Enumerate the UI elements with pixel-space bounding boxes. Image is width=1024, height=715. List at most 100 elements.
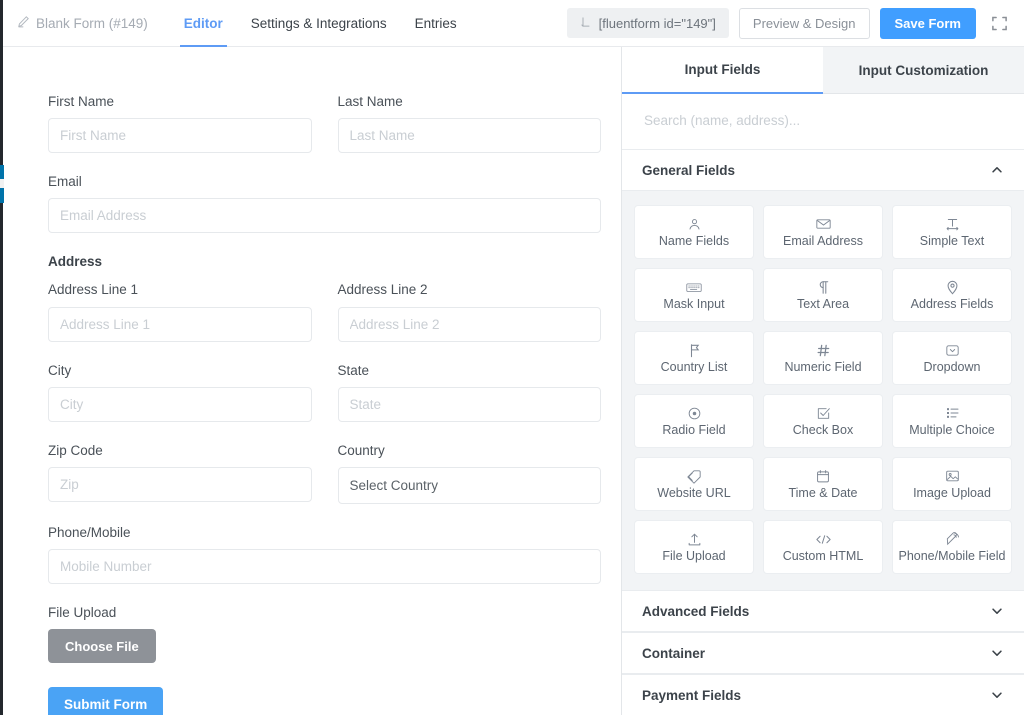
panel-tab-input-customization[interactable]: Input Customization xyxy=(823,47,1024,93)
field-tile-multiple-choice[interactable]: Multiple Choice xyxy=(893,395,1011,447)
field-tile-file-upload[interactable]: File Upload xyxy=(635,521,753,573)
field-tile-label: Email Address xyxy=(783,235,863,248)
field-tile-label: Dropdown xyxy=(924,361,981,374)
dropdown-caret-box-icon xyxy=(945,342,960,358)
field-file-upload: File Upload Choose File xyxy=(48,605,601,663)
field-tile-label: Time & Date xyxy=(788,487,857,500)
link-tag-icon xyxy=(687,468,702,484)
field-tile-mask-input[interactable]: Mask Input xyxy=(635,269,753,321)
form-preview-canvas: First Name Last Name Email Address Addre… xyxy=(3,47,621,715)
radio-circle-icon xyxy=(687,405,702,421)
field-tile-address-fields[interactable]: Address Fields xyxy=(893,269,1011,321)
first-name-input[interactable] xyxy=(48,118,312,153)
flag-icon xyxy=(688,342,701,358)
panel-search-wrap xyxy=(622,94,1024,149)
address-line-1-input[interactable] xyxy=(48,307,312,342)
field-tile-label: Image Upload xyxy=(913,487,991,500)
chevron-down-icon xyxy=(990,604,1004,618)
phone-icon xyxy=(945,531,960,547)
submit-form-button[interactable]: Submit Form xyxy=(48,687,163,715)
shortcode-icon xyxy=(580,16,592,31)
collapsed-sections: Advanced Fields Container Payment Fields xyxy=(622,590,1024,715)
email-input[interactable] xyxy=(48,198,601,233)
country-label: Country xyxy=(338,443,602,459)
save-form-button[interactable]: Save Form xyxy=(880,8,976,39)
city-label: City xyxy=(48,363,312,379)
state-input[interactable] xyxy=(338,387,602,422)
top-bar: Blank Form (#149) Editor Settings & Inte… xyxy=(3,0,1024,47)
field-tile-name-fields[interactable]: Name Fields xyxy=(635,206,753,258)
zip-code-input[interactable] xyxy=(48,467,312,502)
accordion-general-fields[interactable]: General Fields xyxy=(622,149,1024,191)
field-tile-dropdown[interactable]: Dropdown xyxy=(893,332,1011,384)
main-nav-tabs: Editor Settings & Integrations Entries xyxy=(170,0,471,47)
field-tile-time-date[interactable]: Time & Date xyxy=(764,458,882,510)
fields-panel: Input Fields Input Customization General… xyxy=(621,47,1024,715)
image-icon xyxy=(945,468,960,484)
field-tile-numeric-field[interactable]: Numeric Field xyxy=(764,332,882,384)
field-tile-country-list[interactable]: Country List xyxy=(635,332,753,384)
field-tile-email-address[interactable]: Email Address xyxy=(764,206,882,258)
hash-icon xyxy=(816,342,831,358)
field-tile-phone-mobile-field[interactable]: Phone/Mobile Field xyxy=(893,521,1011,573)
tab-entries[interactable]: Entries xyxy=(401,0,471,47)
country-select[interactable]: Select Country xyxy=(338,467,602,504)
shortcode-box[interactable]: [fluentform id="149"] xyxy=(567,8,729,38)
choose-file-button[interactable]: Choose File xyxy=(48,629,156,663)
file-upload-label: File Upload xyxy=(48,605,601,621)
chevron-down-icon xyxy=(990,688,1004,702)
field-first-name: First Name xyxy=(48,94,312,153)
field-tile-website-url[interactable]: Website URL xyxy=(635,458,753,510)
accordion-container[interactable]: Container xyxy=(622,632,1024,674)
calendar-icon xyxy=(816,468,830,484)
field-tile-label: Multiple Choice xyxy=(909,424,994,437)
paragraph-icon xyxy=(817,279,830,295)
field-tile-label: Text Area xyxy=(797,298,849,311)
field-tile-image-upload[interactable]: Image Upload xyxy=(893,458,1011,510)
accordion-payment-fields[interactable]: Payment Fields xyxy=(622,674,1024,715)
address-line-2-input[interactable] xyxy=(338,307,602,342)
accordion-advanced-fields[interactable]: Advanced Fields xyxy=(622,590,1024,632)
field-last-name: Last Name xyxy=(338,94,602,153)
field-country: Country Select Country xyxy=(338,443,602,504)
email-label: Email xyxy=(48,174,601,190)
preview-design-button[interactable]: Preview & Design xyxy=(739,8,870,39)
form-title[interactable]: Blank Form (#149) xyxy=(17,15,148,31)
last-name-input[interactable] xyxy=(338,118,602,153)
checkbox-check-icon xyxy=(816,405,831,421)
list-bullet-icon xyxy=(945,405,960,421)
phone-mobile-input[interactable] xyxy=(48,549,601,584)
field-zip-code: Zip Code xyxy=(48,443,312,504)
field-address-line-1: Address Line 1 xyxy=(48,282,312,341)
code-brackets-icon xyxy=(815,531,832,547)
general-fields-tile-grid: Name Fields Email Address Simple Text xyxy=(622,191,1024,590)
field-tile-text-area[interactable]: Text Area xyxy=(764,269,882,321)
map-pin-icon xyxy=(946,279,959,295)
wp-admin-rail-active-item[interactable] xyxy=(0,165,4,203)
field-tile-check-box[interactable]: Check Box xyxy=(764,395,882,447)
panel-tab-input-fields[interactable]: Input Fields xyxy=(622,47,823,94)
fullscreen-expand-icon[interactable] xyxy=(986,10,1012,36)
field-tile-radio-field[interactable]: Radio Field xyxy=(635,395,753,447)
city-input[interactable] xyxy=(48,387,312,422)
field-tile-label: Numeric Field xyxy=(784,361,861,374)
field-tile-label: Phone/Mobile Field xyxy=(898,550,1005,563)
person-icon xyxy=(687,216,702,232)
address-line-2-label: Address Line 2 xyxy=(338,282,602,298)
form-title-text: Blank Form (#149) xyxy=(36,16,148,31)
field-state: State xyxy=(338,363,602,422)
envelope-icon xyxy=(816,216,831,232)
field-tile-label: Mask Input xyxy=(663,298,724,311)
wp-admin-rail xyxy=(0,0,3,715)
tab-editor[interactable]: Editor xyxy=(170,0,237,47)
field-tile-custom-html[interactable]: Custom HTML xyxy=(764,521,882,573)
field-address-line-2: Address Line 2 xyxy=(338,282,602,341)
country-select-value: Select Country xyxy=(350,478,439,493)
field-tile-simple-text[interactable]: Simple Text xyxy=(893,206,1011,258)
tab-settings-integrations[interactable]: Settings & Integrations xyxy=(237,0,401,47)
form-body: First Name Last Name Email Address Addre… xyxy=(3,47,621,715)
field-phone-mobile: Phone/Mobile xyxy=(48,525,601,584)
state-label: State xyxy=(338,363,602,379)
search-input[interactable] xyxy=(642,104,1004,137)
accordion-payment-fields-title: Payment Fields xyxy=(642,688,741,703)
